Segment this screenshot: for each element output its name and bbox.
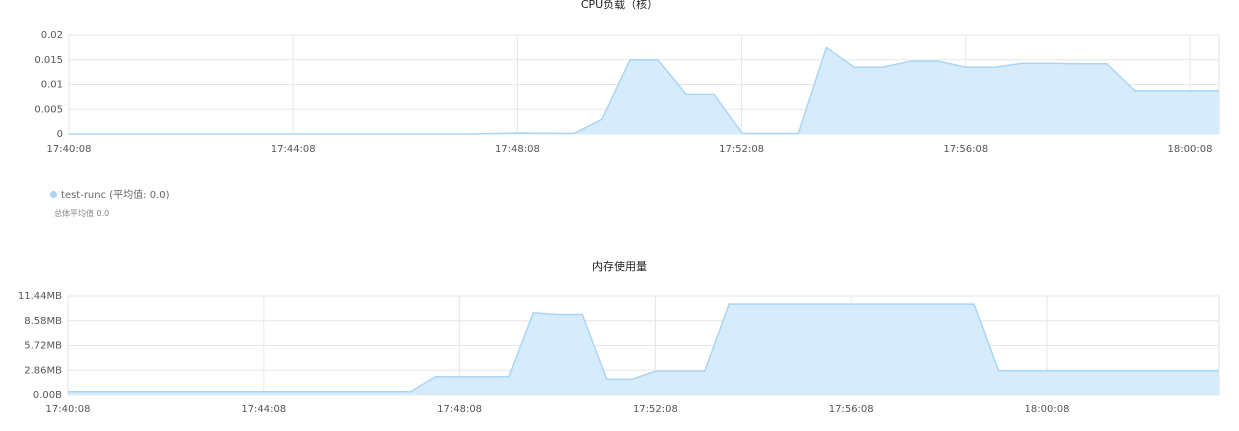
memory-x-tick-label: 17:52:08 — [633, 404, 678, 415]
memory-x-tick-label: 17:44:08 — [241, 404, 286, 415]
cpu-x-tick-label: 17:56:08 — [943, 144, 988, 155]
cpu-x-tick-label: 18:00:08 — [1168, 144, 1213, 155]
cpu-x-tick-label: 17:48:08 — [495, 144, 540, 155]
memory-chart: 0.00B 2.86MB 5.72MB 8.58MB 11.44MB 17:40:08 17… — [18, 291, 1220, 415]
memory-y-tick-label: 2.86MB — [24, 365, 62, 376]
cpu-chart-panel: CPU负载（核） 0 0.005 0.01 0.015 0.02 17:40:08 17:4… — [0, 0, 1239, 240]
memory-x-tick-label: 17:56:08 — [829, 404, 874, 415]
cpu-chart: 0 0.005 0.01 0.015 0.02 17:40:08 17:44:08 17:48… — [34, 30, 1220, 155]
cpu-y-tick-label: 0.01 — [41, 80, 63, 91]
cpu-y-tick-label: 0 — [57, 129, 63, 140]
memory-chart-panel: 内存使用量 0.00B 2.86MB 5.72MB 8.58MB 11.44MB 17:4… — [0, 252, 1239, 431]
cpu-legend[interactable]: test-runc (平均值: 0.0) — [50, 186, 170, 201]
cpu-x-tick-label: 17:52:08 — [719, 144, 764, 155]
memory-y-tick-label: 8.58MB — [24, 316, 62, 327]
legend-dot-icon — [50, 190, 57, 198]
memory-y-tick-label: 11.44MB — [18, 291, 62, 302]
overall-average-note: 总体平均值 0.0 — [54, 209, 110, 218]
memory-x-tick-label: 17:48:08 — [437, 404, 482, 415]
cpu-y-tick-label: 0.015 — [34, 55, 63, 66]
memory-x-tick-label: 18:00:08 — [1025, 404, 1070, 415]
legend-label: test-runc (平均值: 0.0) — [61, 190, 170, 201]
memory-y-tick-label: 0.00B — [33, 390, 62, 401]
memory-x-tick-label: 17:40:08 — [46, 404, 91, 415]
memory-y-tick-label: 5.72MB — [24, 341, 62, 352]
cpu-y-tick-label: 0.02 — [41, 30, 63, 41]
memory-series-area — [68, 304, 1219, 395]
cpu-x-tick-label: 17:44:08 — [271, 144, 316, 155]
cpu-y-tick-label: 0.005 — [34, 104, 63, 115]
cpu-x-tick-label: 17:40:08 — [47, 144, 92, 155]
